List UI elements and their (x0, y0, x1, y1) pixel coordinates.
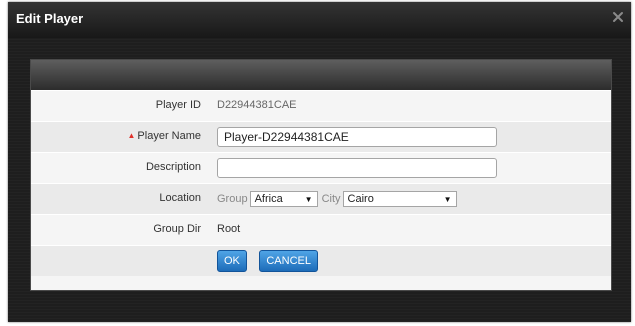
dropdown-arrow-icon: ▼ (443, 194, 452, 204)
player-id-label: Player ID (155, 99, 201, 111)
dialog-title: Edit Player (16, 11, 84, 26)
cancel-button[interactable]: CANCEL (259, 250, 318, 272)
action-buttons: OK CANCEL (217, 250, 326, 272)
group-dir-label: Group Dir (153, 223, 201, 235)
group-select[interactable]: Africa ▼ (249, 191, 318, 207)
dropdown-arrow-icon: ▼ (304, 194, 313, 204)
player-name-label-wrap: ▲ Player Name (128, 130, 202, 142)
form-panel: Player ID D22944381CAE ▲Player Name Desc… (30, 59, 612, 291)
close-icon[interactable] (611, 10, 625, 24)
description-row: Description (31, 152, 611, 183)
group-dir-row: Group Dir Root (31, 214, 611, 245)
player-name-row: ▲ Player Name (31, 121, 611, 152)
city-select[interactable]: Cairo ▼ (342, 191, 457, 207)
group-dir-value: Root (217, 223, 241, 235)
location-controls: Group Africa ▼ City Cairo ▼ (217, 189, 461, 209)
location-label: Location (159, 192, 201, 204)
player-name-label: Player Name (137, 130, 201, 142)
description-label: Description (145, 161, 201, 173)
player-id-row: Player ID D22944381CAE (31, 90, 611, 121)
edit-player-dialog: Edit Player Player ID D22944381CAE ▲ Play… (8, 2, 631, 322)
city-select-value: Cairo (347, 193, 374, 205)
location-row: Location Group Africa ▼ City Cairo ▼ (31, 183, 611, 214)
form-panel-header (31, 60, 611, 90)
city-label: City (321, 193, 341, 205)
group-select-value: Africa (254, 193, 283, 205)
player-id-value: D22944381CAE (217, 99, 297, 111)
button-row: OK CANCEL (31, 245, 611, 276)
ok-button[interactable]: OK (217, 250, 247, 272)
required-icon: ▲ (127, 131, 136, 140)
player-name-input[interactable] (217, 127, 497, 147)
group-label: Group (217, 193, 248, 205)
description-input[interactable] (217, 158, 497, 178)
dialog-titlebar[interactable]: Edit Player (8, 2, 631, 38)
